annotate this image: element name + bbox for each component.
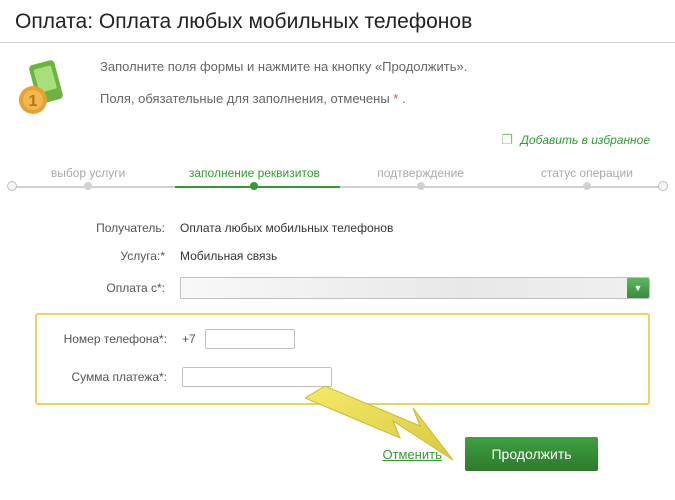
step-confirm: подтверждение [338,166,504,180]
continue-button[interactable]: Продолжить [465,437,597,471]
phone-label: Номер телефона*: [37,332,182,346]
step-select-service: выбор услуги [5,166,171,180]
recipient-value: Оплата любых мобильных телефонов [180,221,650,235]
amount-input[interactable] [182,367,332,387]
phone-input[interactable] [205,329,295,349]
progress-steps: выбор услуги заполнение реквизитов подтв… [5,166,670,196]
cancel-link[interactable]: Отменить [382,447,441,462]
add-favorite-link[interactable]: Добавить в избранное [521,133,651,147]
service-label: Услуга:* [25,249,180,263]
pay-from-label: Оплата с*: [25,281,180,295]
intro-line-1: Заполните поля формы и нажмите на кнопку… [100,58,467,76]
step-status: статус операции [504,166,670,180]
page-title: Оплата: Оплата любых мобильных телефонов [15,10,660,34]
intro-line-2: Поля, обязательные для заполнения, отмеч… [100,90,467,108]
bookmark-icon: ❐ [501,132,513,147]
service-value: Мобильная связь [180,249,650,263]
svg-text:1: 1 [29,93,38,110]
recipient-label: Получатель: [25,221,180,235]
pay-from-select[interactable]: ▼ [180,277,650,299]
chevron-down-icon: ▼ [627,278,649,298]
amount-label: Сумма платежа*: [37,370,182,384]
required-fields-box: Номер телефона*: +7 Сумма платежа*: [35,313,650,405]
phone-prefix: +7 [182,332,196,346]
step-fill-details: заполнение реквизитов [171,166,337,180]
phone-coin-icon: 1 [15,58,75,118]
